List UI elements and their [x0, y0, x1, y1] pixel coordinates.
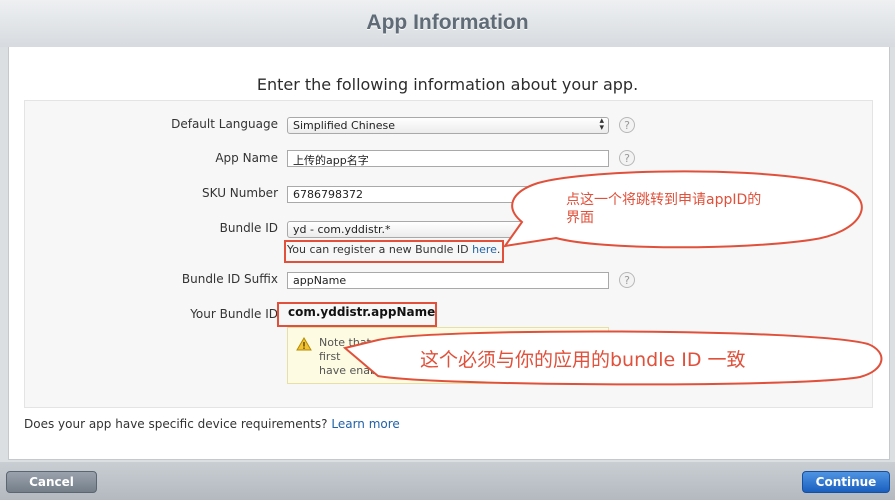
callout-text-register-line1: 点这一个将跳转到申请appID的	[566, 192, 762, 208]
device-requirements-text: Does your app have specific device requi…	[24, 417, 400, 431]
cancel-button[interactable]: Cancel	[6, 471, 97, 493]
callout-text-register: 点这一个将跳转到申请appID的 界面	[566, 191, 761, 227]
continue-button[interactable]: Continue	[802, 471, 890, 493]
footer-bar	[0, 462, 895, 500]
learn-more-link[interactable]: Learn more	[331, 417, 399, 431]
device-requirements-question: Does your app have specific device requi…	[24, 417, 332, 431]
callout-text-register-line2: 界面	[566, 210, 594, 226]
callout-text-bundle: 这个必须与你的应用的bundle ID 一致	[420, 349, 746, 371]
